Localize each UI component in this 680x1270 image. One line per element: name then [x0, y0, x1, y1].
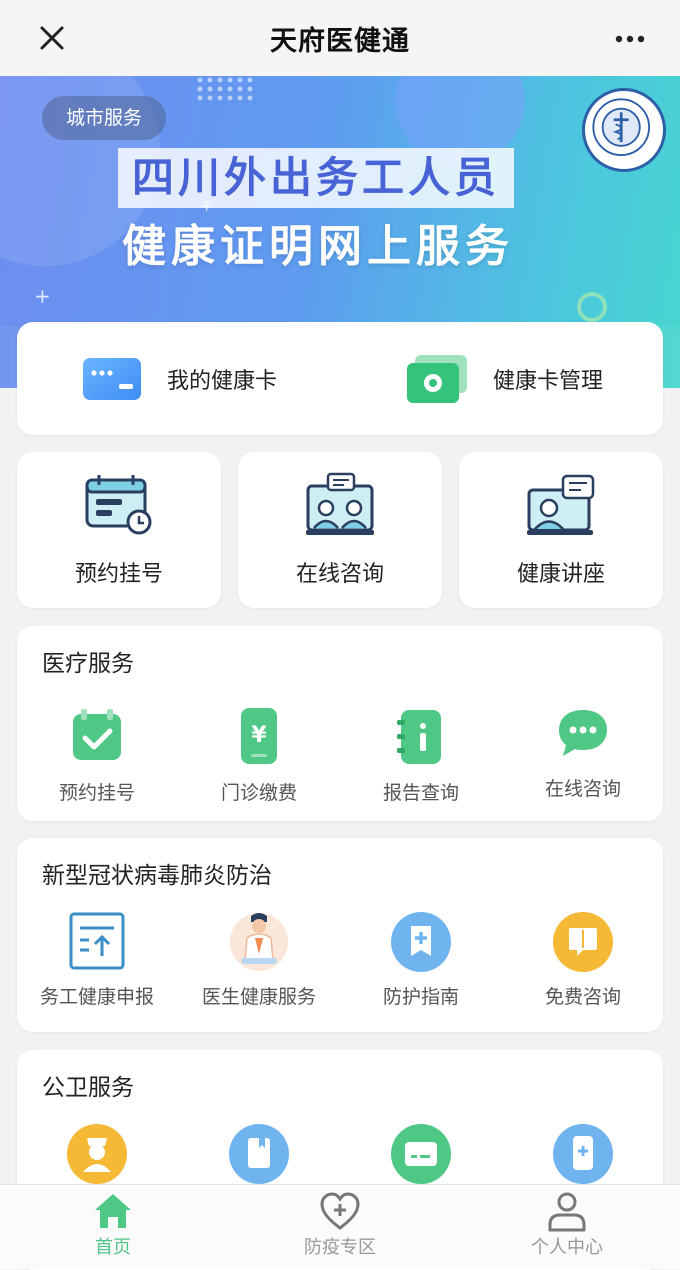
section-title: 新型冠状病毒肺炎防治: [42, 863, 272, 889]
nav-epidemic-zone[interactable]: 防疫专区: [260, 1185, 420, 1269]
service-report[interactable]: 报告查询: [346, 706, 496, 805]
service-doctor-health[interactable]: 医生健康服务: [184, 910, 334, 1009]
close-icon[interactable]: [34, 20, 70, 56]
report-icon: [397, 710, 441, 764]
page-title: 天府医健通: [270, 25, 410, 57]
service-label: 在线咨询: [544, 778, 621, 800]
video-consult-icon: [306, 472, 374, 535]
service-label: 门诊缴费: [220, 782, 297, 804]
section-title: 医疗服务: [42, 651, 134, 677]
service-free-consult[interactable]: 免费咨询: [508, 910, 658, 1009]
ring-decoration: [577, 292, 607, 322]
service-label: 务工健康申报: [39, 986, 154, 1008]
service-worker-health-report[interactable]: 务工健康申报: [22, 910, 172, 1009]
health-card-panel: 我的健康卡 健康卡管理: [17, 322, 663, 435]
appointment-tile-label: 预约挂号: [74, 562, 163, 587]
service-label: 免费咨询: [544, 986, 621, 1008]
banner-subheadline: 健康证明网上服务: [122, 221, 514, 272]
guide-icon: [391, 912, 451, 972]
svg-text:¥: ¥: [251, 723, 267, 748]
service-label: 报告查询: [382, 782, 459, 804]
health-card-icon: [83, 357, 141, 400]
nav-label: 个人中心: [531, 1237, 603, 1258]
service-label: 防护指南: [382, 986, 459, 1008]
service-label: 预约挂号: [58, 782, 135, 804]
sparkle-decoration: +: [34, 284, 51, 308]
online-consult-tile[interactable]: 在线咨询: [238, 452, 442, 608]
book-icon: [229, 1124, 289, 1184]
covid-prevention-section: 新型冠状病毒肺炎防治 务工健康申报 医生健康服务 防护指南 免费咨询: [17, 838, 663, 1032]
doctor-icon: [230, 913, 288, 971]
health-lecture-tile[interactable]: 健康讲座: [459, 452, 663, 608]
service-public-health-item[interactable]: [184, 1122, 334, 1186]
home-icon: [95, 1194, 131, 1228]
service-public-health-item[interactable]: [346, 1122, 496, 1186]
banner-headline: 四川外出务工人员: [118, 148, 515, 208]
consult-book-icon: [553, 912, 613, 972]
lecture-icon: [527, 474, 595, 535]
service-payment[interactable]: ¥ 门诊缴费: [184, 706, 334, 805]
more-icon[interactable]: [610, 24, 650, 54]
payment-icon: ¥: [241, 708, 277, 764]
service-appointment[interactable]: 预约挂号: [22, 706, 172, 805]
dots-decoration: [197, 77, 253, 101]
appointment-tile[interactable]: 预约挂号: [17, 452, 221, 608]
bottom-navigation: 首页 防疫专区 个人中心: [0, 1184, 680, 1269]
section-title: 公卫服务: [42, 1075, 134, 1101]
nav-home[interactable]: 首页: [33, 1185, 193, 1269]
service-online-consult[interactable]: 在线咨询: [508, 702, 658, 801]
top-bar: 天府医健通: [0, 0, 680, 76]
health-card-management-button[interactable]: 健康卡管理: [405, 322, 603, 435]
user-icon: [548, 1192, 586, 1232]
health-lecture-tile-label: 健康讲座: [516, 562, 605, 587]
nav-personal-center[interactable]: 个人中心: [487, 1185, 647, 1269]
service-protection-guide[interactable]: 防护指南: [346, 910, 496, 1009]
calendar-clock-icon: [85, 475, 152, 535]
service-public-health-item[interactable]: [508, 1122, 658, 1186]
service-public-health-item[interactable]: [22, 1122, 172, 1186]
upload-form-icon: [69, 912, 125, 970]
nurse-icon: [67, 1124, 127, 1184]
medical-services-section: 医疗服务 预约挂号 ¥ 门诊缴费 报告查询 在线咨询: [17, 626, 663, 821]
card-settings-icon: [407, 354, 467, 403]
nav-label: 首页: [95, 1237, 131, 1258]
nav-label: 防疫专区: [304, 1237, 376, 1258]
my-health-card-button[interactable]: 我的健康卡: [81, 322, 277, 435]
heart-plus-icon: [320, 1192, 360, 1230]
mobile-medical-icon: [553, 1124, 613, 1184]
card-icon: [391, 1124, 451, 1184]
service-label: 医生健康服务: [201, 986, 316, 1008]
health-card-management-label: 健康卡管理: [493, 368, 604, 394]
calendar-check-icon: [73, 709, 121, 760]
my-health-card-label: 我的健康卡: [167, 368, 278, 394]
health-commission-emblem: [582, 88, 666, 172]
online-consult-tile-label: 在线咨询: [295, 562, 384, 587]
chat-bubble-icon: [559, 710, 607, 756]
city-service-pill[interactable]: 城市服务: [42, 96, 167, 140]
